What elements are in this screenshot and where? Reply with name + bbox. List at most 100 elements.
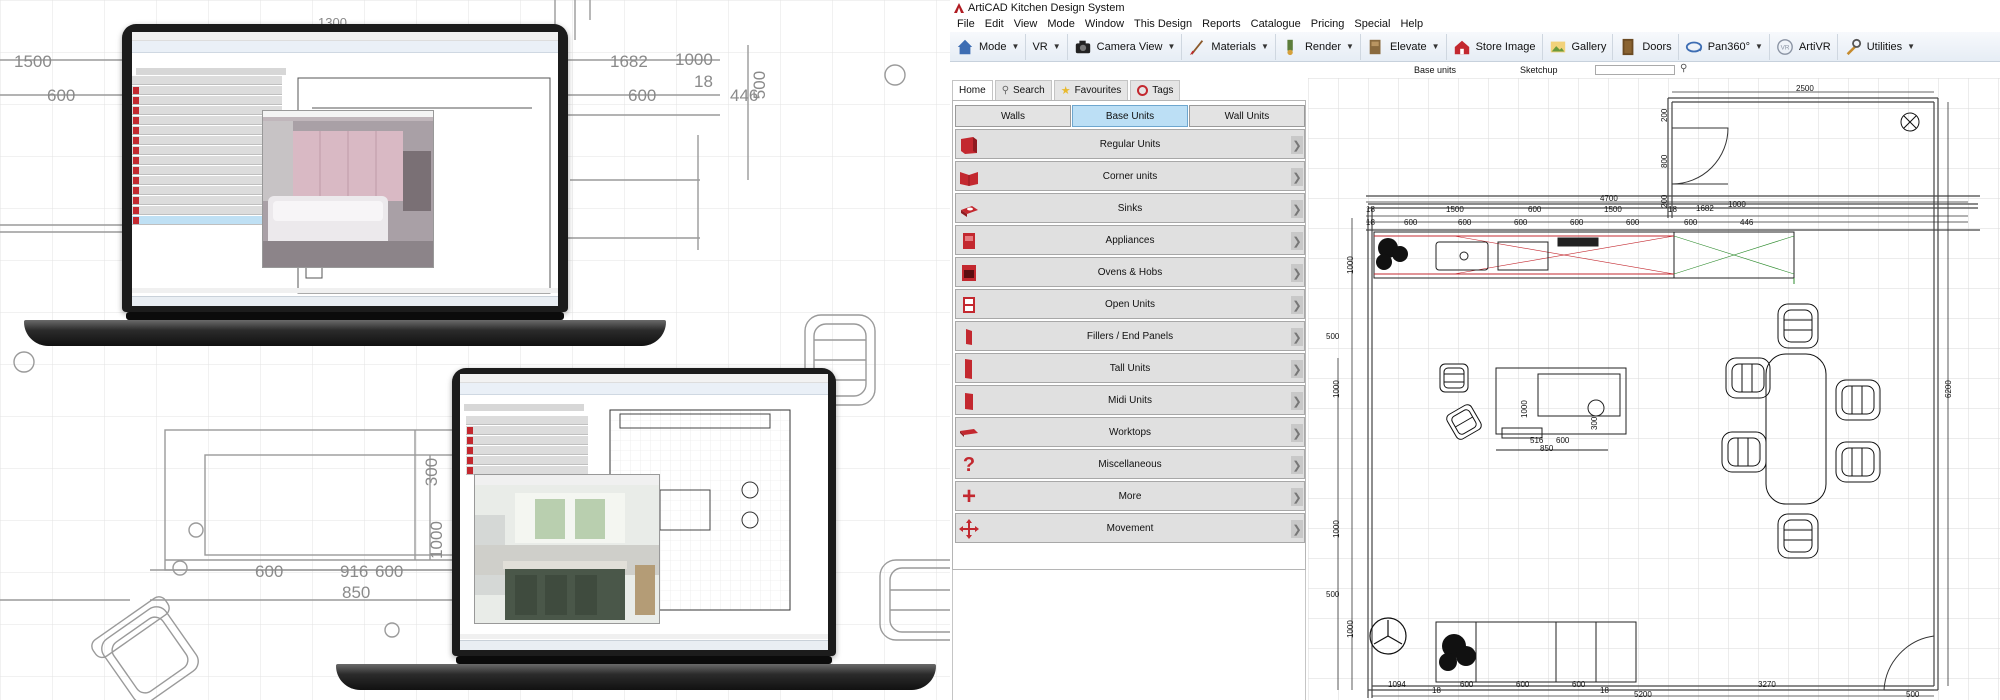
menu-reports[interactable]: Reports [1197,16,1246,32]
category-movement[interactable]: Movement ❯ [955,513,1305,543]
dim-island-5: 300 [1590,416,1599,430]
toolbar-materials-button[interactable]: Materials ▼ [1182,33,1276,60]
category-worktops[interactable]: Worktops ❯ [955,417,1305,447]
dim-island-1: 1000 [1520,400,1529,418]
move-arrows-icon [959,519,979,539]
category-fillers-end-panels[interactable]: Fillers / End Panels ❯ [955,321,1305,351]
toolbar-artivr-button[interactable]: VR ArtiVR [1770,33,1838,60]
chevron-right-icon: ❯ [1291,360,1303,378]
floor-plan-canvas[interactable]: 2500 6200 4700 18 1500 600 1500 18 1682 … [1308,78,2000,700]
bg-dim-1000: 1000 [675,50,713,69]
dim-run-seg-7: 600 [1684,218,1698,227]
toolbar-store-image-button[interactable]: Store Image [1447,33,1543,60]
category-midi-units[interactable]: Midi Units ❯ [955,385,1305,415]
articad-window: ArtiCAD Kitchen Design System File Edit … [950,0,2000,700]
chevron-down-icon: ▼ [1261,42,1269,51]
chevron-right-icon: ❯ [1291,264,1303,282]
dim-run-seg-8: 446 [1740,218,1754,227]
toolbar: Mode ▼ VR ▼ Camera View ▼ Materials ▼ Render… [950,32,2000,62]
chevron-down-icon: ▼ [1052,42,1061,51]
tab-wall-units[interactable]: Wall Units [1189,105,1305,127]
tab-base-units[interactable]: Base Units [1072,105,1188,127]
menu-view[interactable]: View [1009,16,1043,32]
dim-right-height: 6200 [1944,380,1953,398]
dim-run-tick-1: 18 [1366,205,1375,214]
menu-mode[interactable]: Mode [1042,16,1080,32]
bg-dim-18: 18 [694,72,713,91]
search-icon[interactable]: ⚲ [1680,63,1687,74]
category-open-units[interactable]: Open Units ❯ [955,289,1305,319]
chevron-right-icon: ❯ [1291,392,1303,410]
toolbar-elevate-button[interactable]: Elevate ▼ [1361,33,1447,60]
dim-left-1: 1000 [1346,256,1355,274]
menu-window[interactable]: Window [1080,16,1129,32]
dim-left-2: 500 [1326,332,1340,341]
menu-catalogue[interactable]: Catalogue [1246,16,1306,32]
menu-special[interactable]: Special [1349,16,1395,32]
elevate-icon [1369,39,1381,54]
tab-tags[interactable]: Tags [1130,80,1181,100]
tab-home[interactable]: Home [952,80,993,100]
category-miscellaneous[interactable]: ? Miscellaneous ❯ [955,449,1305,479]
category-sinks[interactable]: Sinks ❯ [955,193,1305,223]
tab-search[interactable]: ⚲ Search [994,80,1052,100]
chevron-down-icon: ▼ [1346,42,1354,51]
panel-lower-area [952,570,1306,700]
svg-text:VR: VR [1781,44,1790,51]
toolbar-gallery-button[interactable]: Gallery [1543,33,1614,60]
dim-left-6: 1000 [1346,620,1355,638]
window-title: ArtiCAD Kitchen Design System [968,2,1125,14]
toolbar-utilities-button[interactable]: Utilities ▼ [1838,34,1921,60]
category-ovens-hobs[interactable]: Ovens & Hobs ❯ [955,257,1305,287]
category-regular-units[interactable]: Regular Units ❯ [955,129,1305,159]
dim-bottom-4: 600 [1516,680,1530,689]
plus-icon: + [961,483,976,510]
chevron-right-icon: ❯ [1291,296,1303,314]
category-tall-units[interactable]: Tall Units ❯ [955,353,1305,383]
toolbar-vr-button[interactable]: VR ▼ [1026,33,1068,60]
dim-run-total: 4700 [1600,194,1618,203]
category-tabs: Walls Base Units Wall Units [955,105,1305,127]
sketchup-label: Sketchup [1520,65,1558,75]
floor-plan-drawing [1308,78,2000,700]
menu-help[interactable]: Help [1395,16,1428,32]
toolbar-camera-view-button[interactable]: Camera View ▼ [1068,33,1183,60]
dim-run-seg-2: 600 [1404,218,1418,227]
laptop-kitchen-render [336,360,940,700]
menu-pricing[interactable]: Pricing [1306,16,1350,32]
dim-bottom-5: 600 [1572,680,1586,689]
door-icon [1622,38,1634,55]
bg-dim-500: 500 [750,70,770,100]
tab-walls[interactable]: Walls [955,105,1071,127]
dim-top-width: 2500 [1796,84,1814,93]
dim-bottom-7: 3270 [1758,680,1776,689]
toolbar-render-button[interactable]: Render ▼ [1276,33,1361,60]
articad-logo-icon [954,3,964,13]
menu-this-design[interactable]: This Design [1129,16,1197,32]
chevron-down-icon: ▼ [1755,42,1763,51]
panel-tabs: Home ⚲ Search ★ Favourites Tags [952,80,1181,100]
category-corner-units[interactable]: Corner units ❯ [955,161,1305,191]
dim-run-seg-3: 600 [1458,218,1472,227]
dim-run-seg-6: 600 [1626,218,1640,227]
chevron-right-icon: ❯ [1291,456,1303,474]
chevron-down-icon: ▼ [1167,42,1176,51]
toolbar-doors-button[interactable]: Doors [1613,33,1679,60]
dim-run-tick-2: 1500 [1446,205,1464,214]
menu-file[interactable]: File [952,16,980,32]
tag-icon [1137,85,1149,96]
toolbar-pan360-button[interactable]: Pan360° ▼ [1679,33,1770,60]
category-more[interactable]: + More ❯ [955,481,1305,511]
menu-edit[interactable]: Edit [980,16,1009,32]
dim-island-4: 850 [1540,444,1554,453]
corner-unit-icon [960,172,978,186]
catalogue-search-input[interactable] [1595,65,1675,75]
category-appliances[interactable]: Appliances ❯ [955,225,1305,255]
dim-island-3: 600 [1556,436,1570,445]
toolbar-mode-button[interactable]: Mode ▼ [950,33,1027,60]
tab-favourites[interactable]: ★ Favourites [1053,80,1129,100]
laptop-2-screen [460,374,828,650]
base-units-label: Base units [1414,65,1457,75]
pan360-icon [1685,41,1702,52]
gallery-icon [1550,41,1565,52]
